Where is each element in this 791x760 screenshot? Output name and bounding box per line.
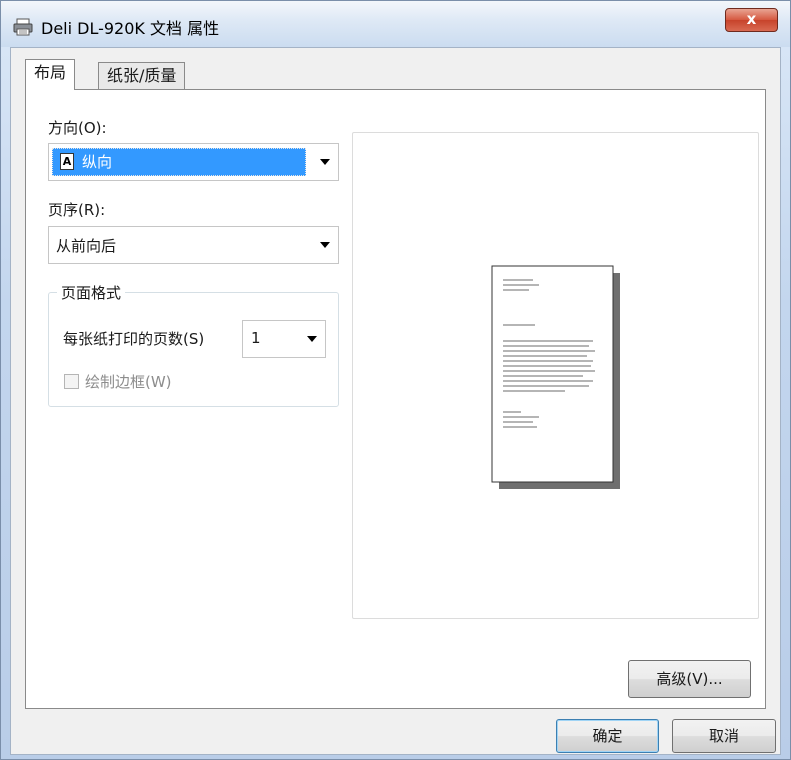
page-order-value: 从前向后 bbox=[56, 237, 117, 255]
pages-per-sheet-select[interactable]: 1 bbox=[242, 320, 326, 358]
pages-per-sheet-value: 1 bbox=[251, 329, 261, 347]
cancel-button-label: 取消 bbox=[708, 727, 739, 745]
draw-borders-checkbox[interactable] bbox=[64, 374, 79, 389]
advanced-button[interactable]: 高级(V)... bbox=[628, 660, 751, 698]
orientation-selected-item: A 纵向 bbox=[52, 148, 306, 176]
orientation-label: 方向(O): bbox=[48, 119, 107, 137]
pages-per-sheet-label: 每张纸打印的页数(S) bbox=[63, 330, 205, 348]
layout-tab-panel: 方向(O): A 纵向 页序(R): 从前向后 页面格式 每张纸打印的页数(S)… bbox=[25, 89, 766, 709]
page-format-title: 页面格式 bbox=[57, 282, 126, 303]
cancel-button[interactable]: 取消 bbox=[672, 719, 776, 753]
ok-button-label: 确定 bbox=[592, 727, 623, 745]
page-order-label: 页序(R): bbox=[48, 201, 106, 219]
tab-paper-quality[interactable]: 纸张/质量 bbox=[98, 62, 186, 90]
page-preview-icon bbox=[491, 265, 620, 489]
chevron-down-icon bbox=[320, 159, 330, 165]
dialog-client-area: 布局 纸张/质量 方向(O): A 纵向 页序(R): 从前向后 页面格式 每张… bbox=[10, 47, 781, 755]
close-icon: x bbox=[746, 10, 757, 28]
tab-layout[interactable]: 布局 bbox=[25, 59, 76, 90]
title-bar: Deli DL-920K 文档 属性 x bbox=[1, 1, 790, 47]
properties-window: Deli DL-920K 文档 属性 x 布局 纸张/质量 方向(O): A 纵… bbox=[0, 0, 791, 760]
printer-icon bbox=[13, 18, 33, 36]
tab-paper-quality-label: 纸张/质量 bbox=[107, 66, 177, 85]
orientation-value: 纵向 bbox=[82, 153, 113, 171]
orientation-select[interactable]: A 纵向 bbox=[48, 143, 339, 181]
portrait-page-icon: A bbox=[60, 153, 74, 170]
draw-borders-label: 绘制边框(W) bbox=[85, 373, 172, 391]
advanced-button-label: 高级(V)... bbox=[656, 670, 723, 688]
window-title: Deli DL-920K 文档 属性 bbox=[41, 19, 220, 38]
tab-layout-label: 布局 bbox=[34, 63, 67, 82]
ok-button[interactable]: 确定 bbox=[556, 719, 659, 753]
close-button[interactable]: x bbox=[725, 8, 778, 32]
layout-preview bbox=[352, 132, 759, 619]
chevron-down-icon bbox=[320, 242, 330, 248]
chevron-down-icon bbox=[307, 336, 317, 342]
page-order-select[interactable]: 从前向后 bbox=[48, 226, 339, 264]
